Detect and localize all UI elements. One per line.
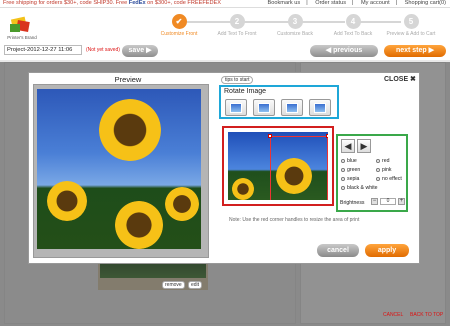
previous-button[interactable]: ◀ previous (310, 45, 378, 57)
flip-horizontal-button[interactable] (281, 99, 303, 116)
resize-handle[interactable] (326, 134, 328, 138)
preview-title: Preview (114, 75, 142, 84)
radio-icon (341, 185, 345, 190)
apply-button[interactable]: apply (365, 244, 409, 257)
sunflower (232, 178, 254, 200)
mirror-right-button[interactable]: ▶ (357, 139, 371, 153)
mirror-left-button[interactable]: ◀ (341, 139, 355, 153)
step-customize-front[interactable]: ✔ Customize Front (152, 14, 206, 37)
modal-cancel-button[interactable]: cancel (317, 244, 359, 257)
save-button[interactable]: save ▶ (122, 45, 158, 57)
flip-vertical-button[interactable] (309, 99, 331, 116)
back-to-top-link[interactable]: BACK TO TOP (410, 312, 443, 318)
color-effects-panel: ◀ ▶ blue red green pink sepia no effect … (336, 134, 408, 212)
fedex-logo: FedEx (128, 0, 146, 6)
bookmark-link[interactable]: Bookmark us (268, 0, 301, 6)
order-status-link[interactable]: Order status (315, 0, 346, 6)
brightness-increase-button[interactable]: + (398, 198, 405, 205)
step-add-text-front[interactable]: 2 Add Text To Front (210, 14, 264, 37)
brightness-label: Brightness (340, 200, 365, 206)
check-icon: ✔ (171, 14, 187, 29)
rotate-left-icon (230, 103, 242, 113)
save-status: (Not yet saved) (86, 47, 120, 53)
shopping-cart-link[interactable]: Shopping cart(0) (405, 0, 446, 6)
promo-text: Free shipping for orders $30+, code SHIP… (3, 0, 221, 6)
effect-red[interactable]: red (376, 158, 390, 164)
resize-note: Note: Use the red corner handles to resi… (229, 217, 360, 223)
step-customize-back[interactable]: 3 Customize Back (268, 14, 322, 37)
crop-rectangle[interactable] (268, 134, 328, 200)
remove-button[interactable]: remove (162, 281, 185, 289)
svg-text:Printer's Brand: Printer's Brand (7, 35, 37, 40)
radio-icon (376, 158, 380, 163)
effect-pink[interactable]: pink (376, 167, 392, 173)
my-account-link[interactable]: My account (361, 0, 390, 6)
rotate-title: Rotate Image (224, 88, 267, 95)
next-step-button[interactable]: next step ▶ (384, 45, 446, 57)
radio-icon (376, 176, 380, 181)
effect-blue[interactable]: blue (341, 158, 357, 164)
header: Printer's Brand ✔ Customize Front 2 Add … (0, 8, 450, 44)
brightness-decrease-button[interactable]: − (371, 198, 378, 205)
arrow-right-icon: ▶ (428, 47, 435, 54)
sunflower (115, 201, 163, 249)
radio-icon (341, 167, 345, 172)
top-links: Bookmark us | Order status | My account | S… (267, 0, 446, 6)
resize-handle[interactable] (268, 134, 272, 138)
crop-area-panel (222, 126, 334, 206)
close-button[interactable]: CLOSE ✖ (384, 75, 416, 83)
sunflower-large (99, 99, 161, 161)
project-name-field[interactable]: Project-2012-12-27 11:06 (4, 45, 82, 55)
rotate-image-panel: Rotate Image (219, 85, 339, 119)
step-progress: ✔ Customize Front 2 Add Text To Front 3 … (152, 14, 444, 44)
sunflower (165, 187, 199, 221)
edit-button[interactable]: edit (188, 281, 203, 289)
step-add-text-back[interactable]: 4 Add Text To Back (326, 14, 380, 37)
radio-icon (341, 158, 345, 163)
rotate-right-button[interactable] (253, 99, 275, 116)
crop-image[interactable] (228, 132, 328, 200)
preview-image (37, 89, 201, 249)
triangle-left-icon: ◀ (344, 141, 352, 151)
effect-black-white[interactable]: black & white (341, 185, 378, 191)
site-logo[interactable]: Printer's Brand (4, 14, 40, 42)
flip-vertical-icon (314, 103, 326, 113)
brightness-value[interactable]: 0 (380, 198, 396, 205)
cancel-link[interactable]: CANCEL (383, 312, 403, 318)
radio-icon (376, 167, 380, 172)
triangle-right-icon: ▶ (360, 141, 368, 151)
top-bar: Free shipping for orders $30+, code SHIP… (0, 0, 450, 8)
radio-icon (341, 176, 345, 181)
rotate-right-icon (258, 103, 270, 113)
step-preview-cart[interactable]: 5 Preview & Add to Cart (384, 14, 438, 37)
sunflower (47, 181, 87, 221)
effect-green[interactable]: green (341, 167, 360, 173)
arrow-right-icon: ▶ (146, 47, 152, 54)
project-bar: Project-2012-12-27 11:06 (Not yet saved)… (0, 42, 450, 60)
arrow-left-icon: ◀ (325, 47, 332, 54)
rotate-left-button[interactable] (225, 99, 247, 116)
effect-none[interactable]: no effect (376, 176, 402, 182)
tips-button[interactable]: tips to start (221, 76, 254, 84)
image-editor-modal: Preview tips to start CLOSE ✖ Rotate Ima… (28, 72, 420, 264)
flip-horizontal-icon (286, 103, 298, 113)
effect-sepia[interactable]: sepia (341, 176, 359, 182)
